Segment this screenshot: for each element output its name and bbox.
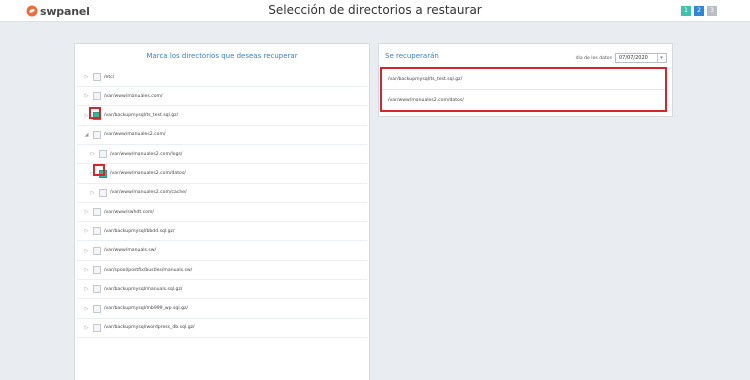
directory-label: /var/www/manuales2.com/cache/	[110, 190, 187, 196]
directory-label: /etc/	[104, 74, 115, 80]
page-title: Selección de directorios a restaurar	[268, 3, 482, 17]
step-1[interactable]: 1	[681, 6, 691, 16]
directory-label: /var/backupmysql/wordpress_db.sql.gz/	[104, 325, 195, 331]
tree-row[interactable]: ▷ /var/www/manuals.sw/	[77, 242, 367, 261]
step-3[interactable]: 3	[707, 6, 717, 16]
caret-down-icon[interactable]: ◢	[83, 132, 90, 138]
tree-row[interactable]: ◢ /var/www/manuales2.com/	[77, 126, 367, 145]
caret-right-icon[interactable]: ▷	[83, 209, 90, 215]
directory-label: /var/www/manuales2.com/	[104, 132, 166, 138]
date-label: día de los datos	[575, 55, 612, 61]
directory-checkbox[interactable]	[93, 130, 101, 139]
selected-directories-list: /var/backupmysql/ts_test.sql.gz/ /var/ww…	[380, 67, 667, 112]
tree-row[interactable]: ▷ /var/www/manuales2.com/cache/	[77, 184, 367, 203]
directory-checkbox[interactable]	[93, 227, 101, 236]
date-select[interactable]: 07/07/2020 ▾	[615, 53, 667, 63]
directory-label: /var/backupmysql/manuals.sql.gz/	[104, 286, 183, 292]
restore-summary-title: Se recuperarán	[385, 52, 439, 60]
directory-checkbox[interactable]	[99, 150, 107, 159]
caret-right-icon[interactable]: ▷	[83, 267, 90, 273]
directory-label: /var/www/manuals.sw/	[104, 248, 157, 254]
date-value: 07/07/2020	[619, 55, 648, 61]
caret-right-icon[interactable]: ▷	[89, 190, 96, 196]
tree-row[interactable]: ▷ /var/backupmysql/bbdd.sql.gz/	[77, 222, 367, 242]
caret-right-icon[interactable]: ▷	[89, 151, 96, 157]
directory-checkbox[interactable]	[93, 73, 101, 81]
directory-tree-panel: Marca los directorios que deseas recuper…	[74, 43, 370, 380]
caret-right-icon[interactable]: ▷	[83, 228, 90, 234]
directory-checkbox[interactable]	[99, 188, 107, 197]
tree-row[interactable]: ▷ /var/www/manuales2.com/logs/	[77, 145, 367, 165]
directory-label: /var/backupmysql/ts_test.sql.gz/	[104, 113, 179, 119]
directory-label: /var/backupmysql/mb999_wp.sql.gz/	[104, 306, 188, 312]
tree-row[interactable]: ▷ /var/backupmysql/wordpress_db.sql.gz/	[77, 319, 367, 338]
caret-right-icon[interactable]: ▷	[83, 93, 90, 99]
directory-checkbox[interactable]	[93, 208, 101, 217]
directory-checkbox[interactable]	[93, 323, 101, 332]
directory-label: /var/www/manuales2.com/datos/	[110, 171, 186, 176]
selected-directory: /var/www/manuales2.com/datos/	[388, 98, 464, 103]
chevron-down-icon[interactable]: ▾	[657, 54, 665, 62]
directory-checkbox[interactable]	[93, 266, 101, 274]
directory-label: /var/www/manuales2.com/logs/	[110, 151, 183, 157]
caret-right-icon[interactable]: ▷	[83, 248, 90, 254]
tree-row[interactable]: ▷/var/backupmysql/ts_test.sql.gz/	[77, 107, 367, 126]
highlight-box	[93, 164, 105, 176]
tree-row[interactable]: ▷ /var/www/manuales.com/	[77, 87, 367, 107]
directory-label: /var/backupmysql/bbdd.sql.gz/	[104, 228, 175, 234]
directory-checkbox[interactable]	[93, 304, 101, 313]
directory-checkbox[interactable]	[93, 92, 101, 101]
tree-row[interactable]: ▷ /var/www/swhdt.com/	[77, 203, 367, 223]
date-picker: día de los datos 07/07/2020 ▾	[576, 53, 667, 63]
tree-row[interactable]: ▷ /etc/	[77, 68, 367, 87]
tree-row[interactable]: ▷/var/www/manuales2.com/datos/	[77, 165, 367, 184]
directory-label: /var/spool/postfix/bustles/manuals.sw/	[104, 267, 193, 273]
caret-right-icon[interactable]: ▷	[83, 286, 90, 292]
directory-label: /var/www/swhdt.com/	[104, 209, 154, 215]
step-indicator: 1 2 3	[681, 6, 717, 16]
selected-directory: /var/backupmysql/ts_test.sql.gz/	[382, 69, 665, 90]
directory-checkbox[interactable]	[93, 285, 101, 294]
directory-checkbox[interactable]	[93, 246, 101, 255]
top-bar: swpanel Selección de directorios a resta…	[0, 0, 750, 22]
tree-row[interactable]: ▷ /var/backupmysql/manuals.sql.gz/	[77, 280, 367, 300]
highlight-box	[89, 107, 101, 119]
step-2[interactable]: 2	[694, 6, 704, 16]
tree-row[interactable]: ▷ /var/spool/postfix/bustles/manuals.sw/	[77, 261, 367, 280]
directory-label: /var/www/manuales.com/	[104, 93, 163, 99]
caret-right-icon[interactable]: ▷	[83, 74, 90, 80]
caret-right-icon[interactable]: ▷	[83, 306, 90, 312]
tree-row[interactable]: ▷ /var/backupmysql/mb999_wp.sql.gz/	[77, 300, 367, 319]
directory-tree-title: Marca los directorios que deseas recuper…	[146, 52, 298, 60]
caret-right-icon[interactable]: ▷	[83, 325, 90, 331]
